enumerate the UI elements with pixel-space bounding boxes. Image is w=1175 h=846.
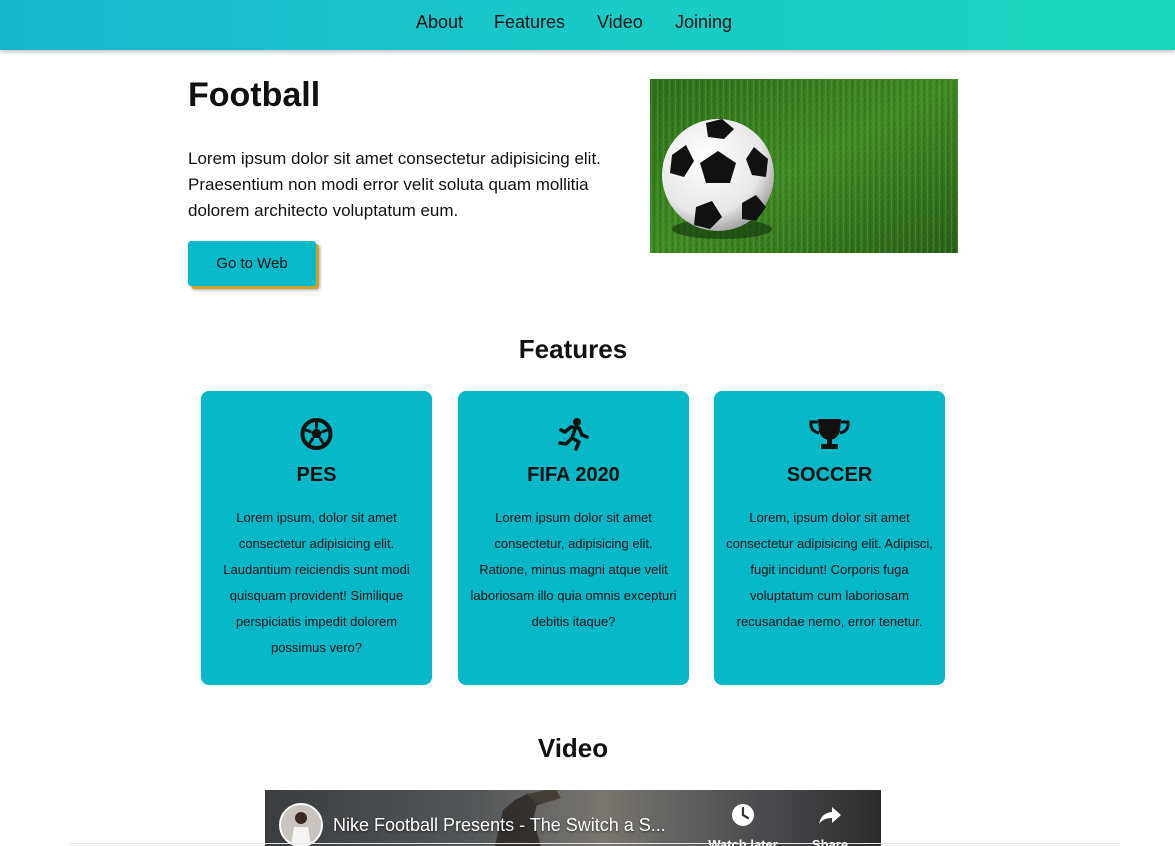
feature-card-title: FIFA 2020 bbox=[527, 464, 620, 486]
top-navbar: About Features Video Joining bbox=[0, 0, 1175, 50]
feature-card-text: Lorem ipsum dolor sit amet consectetur, … bbox=[470, 510, 677, 629]
nav-link-about[interactable]: About bbox=[416, 12, 463, 33]
feature-card-text: Lorem ipsum, dolor sit amet consectetur … bbox=[223, 510, 410, 655]
nav-link-features[interactable]: Features bbox=[494, 12, 565, 33]
features-section-title: Features bbox=[518, 334, 628, 364]
football-image-graphic bbox=[650, 79, 958, 253]
feature-card-pes: PES Lorem ipsum, dolor sit amet consecte… bbox=[201, 391, 432, 685]
hero-title: Football bbox=[188, 76, 321, 114]
trophy-icon bbox=[809, 419, 850, 449]
feature-card-title: SOCCER bbox=[786, 464, 873, 486]
youtube-video-embed[interactable]: Nike Football Presents - The Switch a S.… bbox=[265, 790, 881, 846]
nav-link-video[interactable]: Video bbox=[597, 12, 643, 33]
hero-description: Lorem ipsum dolor sit amet consectetur a… bbox=[188, 149, 601, 220]
go-to-web-button[interactable]: Go to Web bbox=[188, 241, 316, 286]
channel-avatar[interactable] bbox=[279, 803, 323, 846]
soccer-ball-icon bbox=[300, 418, 333, 450]
divider bbox=[70, 843, 1120, 844]
feature-card-fifa-2020: FIFA 2020 Lorem ipsum dolor sit amet con… bbox=[458, 391, 689, 685]
feature-card-soccer: SOCCER Lorem, ipsum dolor sit amet conse… bbox=[714, 391, 945, 685]
running-person-icon bbox=[558, 418, 589, 451]
clock-icon bbox=[732, 804, 754, 826]
share-label: Share bbox=[811, 837, 849, 846]
nav-link-joining[interactable]: Joining bbox=[675, 12, 732, 33]
watch-later-label: Watch later bbox=[708, 837, 778, 846]
player-avatar-image bbox=[281, 805, 321, 845]
watch-later-button[interactable]: Watch later bbox=[703, 802, 783, 846]
video-section-title: Video bbox=[537, 733, 609, 763]
share-arrow-icon bbox=[819, 807, 841, 824]
share-button[interactable]: Share bbox=[790, 802, 870, 846]
video-title[interactable]: Nike Football Presents - The Switch a S.… bbox=[333, 815, 693, 836]
feature-card-text: Lorem, ipsum dolor sit amet consectetur … bbox=[726, 510, 933, 629]
feature-card-title: PES bbox=[296, 464, 337, 486]
football-on-grass-image bbox=[650, 79, 958, 253]
